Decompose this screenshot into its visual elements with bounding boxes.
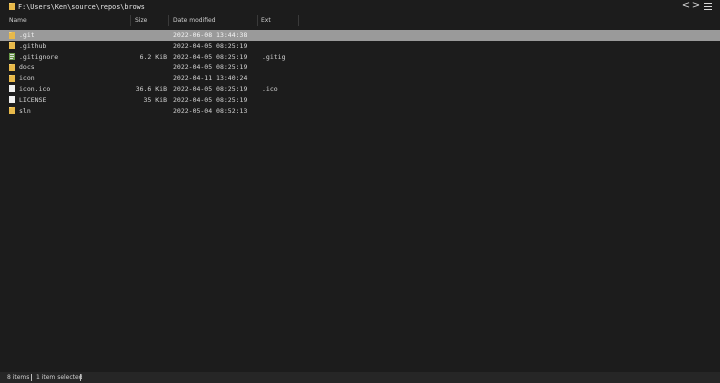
status-bar: 8 items 1 item selected <box>0 372 720 383</box>
file-date: 2022-04-05 08:25:19 <box>173 41 248 50</box>
file-date: 2022-04-05 08:25:19 <box>173 95 248 104</box>
file-row[interactable]: .gitignore 6.2 KiB 2022-04-05 08:25:19 .… <box>0 52 720 63</box>
column-divider[interactable] <box>257 15 258 26</box>
column-ext[interactable]: Ext <box>261 17 271 25</box>
column-size[interactable]: Size <box>135 17 147 25</box>
file-date: 2022-05-04 08:52:13 <box>173 106 248 115</box>
file-name: sln <box>19 106 31 115</box>
folder-icon <box>9 42 15 50</box>
file-row[interactable]: icon 2022-04-11 13:40:24 <box>0 73 720 84</box>
status-divider <box>80 374 81 381</box>
column-divider[interactable] <box>130 15 131 26</box>
file-size: 6.2 KiB <box>139 52 167 61</box>
file-date: 2022-04-05 08:25:19 <box>173 52 248 61</box>
folder-icon <box>9 3 15 10</box>
file-date: 2022-04-11 13:40:24 <box>173 74 248 83</box>
file-row[interactable]: .git 2022-06-08 13:44:38 <box>0 30 720 41</box>
file-date: 2022-06-08 13:44:38 <box>173 31 248 39</box>
file-date: 2022-04-05 08:25:19 <box>173 63 248 72</box>
menu-icon[interactable] <box>704 3 712 10</box>
file-date: 2022-04-05 08:25:19 <box>173 84 248 93</box>
column-divider[interactable] <box>168 15 169 26</box>
forward-button[interactable]: > <box>691 0 701 12</box>
column-header: Name Size Date modified Ext <box>0 14 720 27</box>
file-name: .github <box>19 41 47 50</box>
file-row[interactable]: LICENSE 35 KiB 2022-04-05 08:25:19 <box>0 95 720 106</box>
file-row[interactable]: docs 2022-04-05 08:25:19 <box>0 62 720 73</box>
file-row[interactable]: .github 2022-04-05 08:25:19 <box>0 41 720 52</box>
file-list: .git 2022-06-08 13:44:38 .github 2022-04… <box>0 30 720 116</box>
folder-icon <box>9 31 15 39</box>
file-name: .git <box>19 31 35 39</box>
back-button[interactable]: < <box>681 0 691 12</box>
folder-icon <box>9 74 15 82</box>
column-name[interactable]: Name <box>9 17 27 25</box>
file-size: 36.6 KiB <box>135 84 167 93</box>
file-row[interactable]: sln 2022-05-04 08:52:13 <box>0 106 720 117</box>
file-row[interactable]: icon.ico 36.6 KiB 2022-04-05 08:25:19 .i… <box>0 84 720 95</box>
file-size: 35 KiB <box>143 95 167 104</box>
column-date[interactable]: Date modified <box>173 17 216 25</box>
file-ext: .gitig <box>262 52 286 61</box>
column-divider[interactable] <box>298 15 299 26</box>
selection-count: 1 item selected <box>36 374 83 381</box>
folder-icon <box>9 63 15 71</box>
file-name: docs <box>19 63 35 72</box>
current-path[interactable]: F:\Users\Ken\source\repos\brows <box>18 3 145 11</box>
item-count: 8 items <box>7 374 30 381</box>
folder-icon <box>9 107 15 115</box>
status-divider <box>31 374 32 381</box>
file-ext: .ico <box>262 84 278 93</box>
file-name: icon <box>19 74 35 83</box>
title-bar: F:\Users\Ken\source\repos\brows < > <box>0 0 720 13</box>
